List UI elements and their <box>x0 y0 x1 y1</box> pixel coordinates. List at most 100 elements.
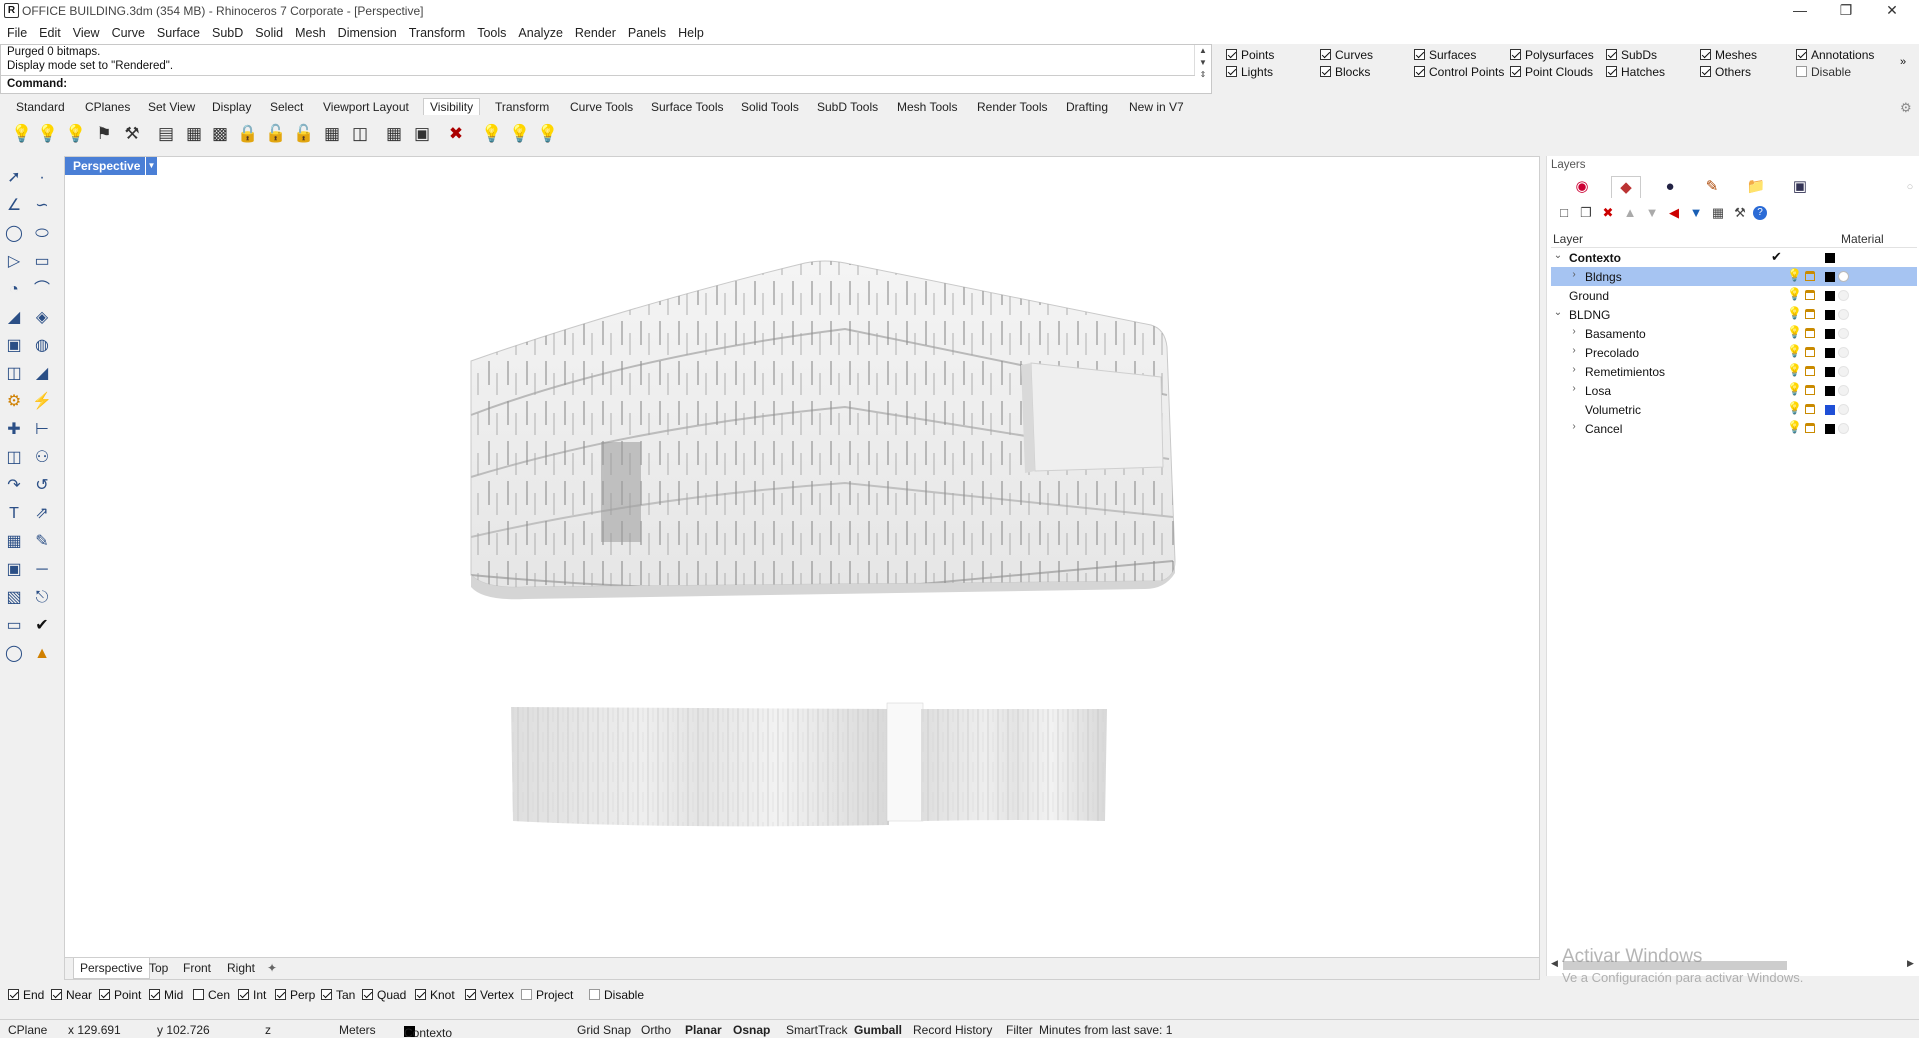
filter-point-clouds[interactable]: Point Clouds <box>1510 65 1593 79</box>
unlock-icon[interactable] <box>1805 271 1815 281</box>
curve-icon[interactable]: ∽ <box>30 194 54 218</box>
checkbox-icon[interactable] <box>415 989 426 1000</box>
scale-icon[interactable]: ⇗ <box>30 502 54 526</box>
menu-view[interactable]: View <box>67 22 106 44</box>
checkbox-icon[interactable] <box>1606 49 1617 60</box>
show-icon[interactable]: 💡 <box>10 122 34 146</box>
layer-color-swatch[interactable] <box>1825 367 1835 377</box>
show-selected-icon[interactable]: 💡 <box>36 122 60 146</box>
osnap-near[interactable]: Near <box>51 988 92 1002</box>
material-swatch[interactable] <box>1838 290 1849 301</box>
expand-icon[interactable]: › <box>1569 326 1579 337</box>
filter-lights[interactable]: Lights <box>1226 65 1273 79</box>
tab-new-in-v7[interactable]: New in V7 <box>1129 100 1184 114</box>
filter-subds[interactable]: SubDs <box>1606 48 1657 62</box>
layer-row-volumetric[interactable]: Volumetric 💡 <box>1551 400 1917 419</box>
layer-color-swatch[interactable] <box>1825 329 1835 339</box>
folder-icon[interactable]: 📁 <box>1741 176 1771 198</box>
move-icon[interactable]: ✚ <box>2 418 26 442</box>
menu-dimension[interactable]: Dimension <box>332 22 403 44</box>
restore-icon[interactable]: ❐ <box>1823 0 1869 22</box>
unlock-icon[interactable] <box>1805 290 1815 300</box>
checkbox-icon[interactable] <box>1510 49 1521 60</box>
light-icon[interactable]: 💡 <box>536 122 560 146</box>
filter-surfaces[interactable]: Surfaces <box>1414 48 1476 62</box>
filter-icon[interactable]: ▼ <box>1687 204 1705 222</box>
circle-icon[interactable]: ◯ <box>2 222 26 246</box>
surface-edit-icon[interactable]: ◈ <box>30 306 54 330</box>
dimension-icon[interactable]: ⊢ <box>30 418 54 442</box>
osnap-perp[interactable]: Perp <box>275 988 315 1002</box>
osnap-knot[interactable]: Knot <box>415 988 455 1002</box>
menu-help[interactable]: Help <box>672 22 710 44</box>
edit-icon[interactable]: ✎ <box>30 530 54 554</box>
expand-icon[interactable]: › <box>1569 421 1579 432</box>
tab-solid-tools[interactable]: Solid Tools <box>741 100 799 114</box>
material-swatch[interactable] <box>1838 385 1849 396</box>
menu-render[interactable]: Render <box>569 22 622 44</box>
add-viewport-icon[interactable]: ✦ <box>267 961 277 975</box>
lock-swap-icon[interactable]: 🔓 <box>264 122 288 146</box>
tab-select[interactable]: Select <box>270 100 303 114</box>
material-swatch[interactable] <box>1838 328 1849 339</box>
paint-icon[interactable]: ▲ <box>30 642 54 666</box>
osnap-quad[interactable]: Quad <box>362 988 406 1002</box>
minimize-icon[interactable]: — <box>1777 0 1823 22</box>
checkbox-icon[interactable] <box>238 989 249 1000</box>
scroll-left-icon[interactable]: ◀ <box>1551 958 1558 969</box>
menu-surface[interactable]: Surface <box>151 22 206 44</box>
checkbox-icon[interactable] <box>1226 66 1237 77</box>
filter-annotations[interactable]: Annotations <box>1796 48 1874 62</box>
gumball-button[interactable]: Gumball <box>854 1023 902 1037</box>
osnap-button[interactable]: Osnap <box>733 1023 770 1037</box>
select-arrow-icon[interactable]: ➚ <box>2 166 26 190</box>
hide-swap-icon[interactable]: ⚑ <box>92 122 116 146</box>
osnap-int[interactable]: Int <box>238 988 266 1002</box>
filter-points[interactable]: Points <box>1226 48 1274 62</box>
fillet-icon[interactable]: ⌒ <box>30 278 54 302</box>
smarttrack-button[interactable]: SmartTrack <box>786 1023 848 1037</box>
checkbox-icon[interactable] <box>51 989 62 1000</box>
material-column-header[interactable]: Material <box>1841 232 1884 246</box>
checkbox-icon[interactable] <box>99 989 110 1000</box>
layer-color-swatch[interactable] <box>1825 405 1835 415</box>
unlock-icon[interactable] <box>1805 404 1815 414</box>
tab-perspective[interactable]: Perspective <box>73 958 150 979</box>
unlock-icon[interactable] <box>1805 366 1815 376</box>
tools-icon[interactable]: ⚒ <box>1731 204 1749 222</box>
checkbox-icon[interactable] <box>1320 66 1331 77</box>
collapse-icon[interactable]: ⌄ <box>1553 250 1563 261</box>
layer-row-remetimientos[interactable]: › Remetimientos 💡 <box>1551 362 1917 381</box>
display-icon[interactable]: ▣ <box>1785 176 1815 198</box>
osnap-disable[interactable]: Disable <box>589 988 644 1002</box>
checkbox-icon[interactable] <box>1226 49 1237 60</box>
menu-curve[interactable]: Curve <box>106 22 151 44</box>
expand-icon[interactable]: › <box>1569 269 1579 280</box>
copy-icon[interactable]: ▦ <box>1709 204 1727 222</box>
menu-tools[interactable]: Tools <box>471 22 512 44</box>
layer-column-header[interactable]: Layer <box>1553 232 1583 246</box>
lightbulb-icon[interactable]: 💡 <box>1787 306 1802 320</box>
checkbox-icon[interactable] <box>1796 66 1807 77</box>
brush-icon[interactable]: ✎ <box>1697 176 1727 198</box>
tab-viewport-layout[interactable]: Viewport Layout <box>323 100 409 114</box>
material-swatch[interactable] <box>1838 423 1849 434</box>
clear-icon[interactable]: ▣ <box>410 122 434 146</box>
layer-color-swatch[interactable] <box>1825 348 1835 358</box>
filter-polysurfaces[interactable]: Polysurfaces <box>1510 48 1594 62</box>
checkbox-icon[interactable] <box>149 989 160 1000</box>
checkbox-icon[interactable] <box>362 989 373 1000</box>
menu-mesh[interactable]: Mesh <box>289 22 332 44</box>
layer-row-bldngs[interactable]: › Bldngs 💡 <box>1551 267 1917 286</box>
filter-others[interactable]: Others <box>1700 65 1751 79</box>
layer-color-swatch[interactable] <box>1825 291 1835 301</box>
checkbox-icon[interactable] <box>193 989 204 1000</box>
analyze-icon[interactable]: ▭ <box>2 614 26 638</box>
rectangle-icon[interactable]: ▭ <box>30 250 54 274</box>
check-icon[interactable]: ✔ <box>30 614 54 638</box>
layer-color-swatch[interactable] <box>1825 386 1835 396</box>
filter-meshes[interactable]: Meshes <box>1700 48 1757 62</box>
unlock-icon[interactable] <box>1805 328 1815 338</box>
unlock-icon[interactable] <box>1805 423 1815 433</box>
scroll-right-icon[interactable]: ▶ <box>1907 958 1914 969</box>
